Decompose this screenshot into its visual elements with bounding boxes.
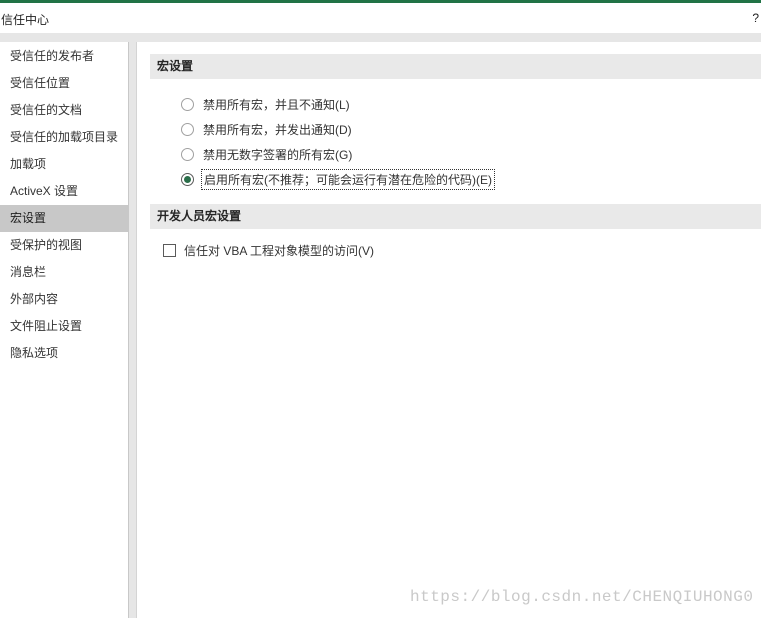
radio-button[interactable] (181, 122, 194, 136)
window-title: 信任中心 (1, 13, 50, 27)
macro-option-disable-no-notify[interactable]: 禁用所有宏，并且不通知(L) (181, 95, 350, 113)
title-bar: 信任中心 ? (0, 3, 761, 33)
sidebar-item-activex-settings[interactable]: ActiveX 设置 (0, 178, 129, 205)
content-panel: 宏设置 禁用所有宏，并且不通知(L) 禁用所有宏，并发出通知(D) 禁用无数字签… (136, 42, 761, 618)
sidebar-item-protected-view[interactable]: 受保护的视图 (0, 232, 129, 259)
sidebar-item-trusted-documents[interactable]: 受信任的文档 (0, 97, 129, 124)
sidebar: 受信任的发布者 受信任位置 受信任的文档 受信任的加载项目录 加载项 Activ… (0, 42, 129, 618)
macro-option-disable-unsigned[interactable]: 禁用无数字签署的所有宏(G) (181, 145, 352, 163)
radio-label: 禁用所有宏，并且不通知(L) (203, 97, 350, 112)
checkbox[interactable] (163, 243, 176, 257)
radio-label: 禁用无数字签署的所有宏(G) (203, 147, 353, 162)
macro-option-enable-all[interactable]: 启用所有宏(不推荐；可能会运行有潜在危险的代码)(E) (181, 168, 495, 190)
sidebar-item-macro-settings[interactable]: 宏设置 (0, 205, 129, 232)
trust-vba-access-option[interactable]: 信任对 VBA 工程对象模型的访问(V) (163, 241, 374, 259)
radio-button[interactable] (181, 97, 194, 111)
macro-settings-header: 宏设置 (150, 54, 761, 79)
sidebar-item-trusted-publishers[interactable]: 受信任的发布者 (0, 43, 129, 70)
sidebar-item-message-bar[interactable]: 消息栏 (0, 259, 129, 286)
macro-option-disable-with-notify[interactable]: 禁用所有宏，并发出通知(D) (181, 120, 352, 138)
help-button[interactable]: ? (752, 11, 759, 25)
radio-button-checked[interactable] (181, 172, 194, 186)
radio-button[interactable] (181, 147, 194, 161)
radio-label: 启用所有宏(不推荐；可能会运行有潜在危险的代码)(E) (201, 168, 495, 190)
sidebar-item-external-content[interactable]: 外部内容 (0, 286, 129, 313)
checkbox-label: 信任对 VBA 工程对象模型的访问(V) (184, 243, 375, 258)
trust-center-window: 信任中心 ? 受信任的发布者 受信任位置 受信任的文档 受信任的加载项目录 加载… (0, 0, 761, 618)
sidebar-item-trusted-addin-catalogs[interactable]: 受信任的加载项目录 (0, 124, 129, 151)
watermark: https://blog.csdn.net/CHENQIUHONG0 (410, 588, 754, 606)
sidebar-item-file-block-settings[interactable]: 文件阻止设置 (0, 313, 129, 340)
sidebar-item-trusted-locations[interactable]: 受信任位置 (0, 70, 129, 97)
developer-macro-settings-header: 开发人员宏设置 (150, 204, 761, 229)
dialog-body: 受信任的发布者 受信任位置 受信任的文档 受信任的加载项目录 加载项 Activ… (0, 33, 761, 618)
sidebar-list: 受信任的发布者 受信任位置 受信任的文档 受信任的加载项目录 加载项 Activ… (0, 43, 129, 367)
sidebar-item-privacy-options[interactable]: 隐私选项 (0, 340, 129, 367)
sidebar-item-addins[interactable]: 加载项 (0, 151, 129, 178)
radio-label: 禁用所有宏，并发出通知(D) (203, 122, 352, 137)
